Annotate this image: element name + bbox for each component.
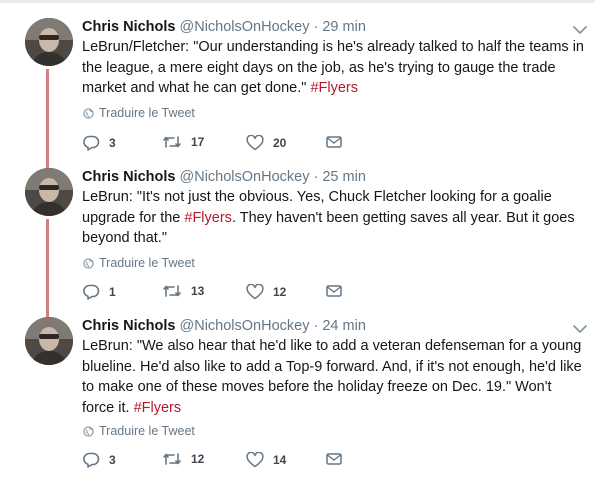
tweet-text: LeBrun: "It's not just the obvious. Yes,… [82,187,587,249]
like-count: 20 [273,136,287,150]
author-handle[interactable]: @NicholsOnHockey [180,318,310,334]
tweet[interactable]: Chris Nichols @NicholsOnHockey · 24 min … [0,317,595,477]
reply-icon [83,135,100,151]
like-icon [246,284,264,300]
author-name[interactable]: Chris Nichols [82,169,175,185]
timestamp[interactable]: · 29 min [314,19,366,35]
direct-message-button[interactable] [326,452,351,466]
tweet-actions: 1 13 12 [82,284,382,304]
reply-count: 3 [109,453,116,467]
retweet-button[interactable]: 13 [162,284,204,298]
retweet-icon [163,453,181,465]
retweet-button[interactable]: 17 [162,135,204,149]
tweet-header: Chris Nichols @NicholsOnHockey · 29 min [82,17,366,37]
like-button[interactable]: 20 [246,135,286,151]
retweet-count: 12 [191,452,205,466]
retweet-count: 13 [191,284,205,298]
retweet-icon [163,136,181,148]
direct-message-button[interactable] [326,135,351,149]
like-button[interactable]: 14 [246,452,286,468]
retweet-button[interactable]: 12 [162,452,204,466]
tweet-text: LeBrun: "We also hear that he'd like to … [82,336,587,418]
like-count: 12 [273,285,287,299]
hashtag-link[interactable]: #Flyers [310,80,358,96]
retweet-count: 17 [191,135,205,149]
hashtag-link[interactable]: #Flyers [134,400,182,416]
tweet-header: Chris Nichols @NicholsOnHockey · 24 min [82,316,366,336]
avatar[interactable] [25,18,73,66]
tweet-header: Chris Nichols @NicholsOnHockey · 25 min [82,167,366,187]
direct-message-button[interactable] [326,284,351,298]
chevron-down-icon[interactable] [572,24,588,36]
hashtag-link[interactable]: #Flyers [184,210,232,226]
translate-label: Traduire le Tweet [99,424,195,438]
top-divider [0,0,595,3]
message-icon [326,285,342,297]
globe-icon [83,257,94,269]
author-name[interactable]: Chris Nichols [82,318,175,334]
like-count: 14 [273,453,287,467]
like-button[interactable]: 12 [246,284,286,300]
translate-link[interactable]: Traduire le Tweet [83,424,195,438]
avatar[interactable] [25,168,73,216]
author-handle[interactable]: @NicholsOnHockey [180,169,310,185]
retweet-icon [163,285,181,297]
reply-count: 3 [109,136,116,150]
reply-button[interactable]: 3 [82,135,116,151]
timestamp[interactable]: · 24 min [314,318,366,334]
tweet-actions: 3 12 14 [82,452,382,472]
chevron-down-icon[interactable] [572,323,588,335]
reply-button[interactable]: 3 [82,452,116,468]
author-name[interactable]: Chris Nichols [82,19,175,35]
like-icon [246,135,264,151]
message-icon [326,453,342,465]
tweet[interactable]: Chris Nichols @NicholsOnHockey · 25 min … [0,168,595,308]
timestamp[interactable]: · 25 min [314,169,366,185]
translate-label: Traduire le Tweet [99,106,195,120]
translate-label: Traduire le Tweet [99,256,195,270]
tweet-text: LeBrun/Fletcher: "Our understanding is h… [82,37,587,99]
translate-link[interactable]: Traduire le Tweet [83,106,195,120]
avatar[interactable] [25,317,73,365]
message-icon [326,136,342,148]
reply-button[interactable]: 1 [82,284,116,300]
reply-icon [83,284,100,300]
reply-count: 1 [109,285,116,299]
globe-icon [83,425,94,437]
like-icon [246,452,264,468]
tweet-actions: 3 17 20 [82,135,382,155]
reply-icon [83,452,100,468]
translate-link[interactable]: Traduire le Tweet [83,256,195,270]
author-handle[interactable]: @NicholsOnHockey [180,19,310,35]
globe-icon [83,107,94,119]
tweet[interactable]: Chris Nichols @NicholsOnHockey · 29 min … [0,18,595,158]
